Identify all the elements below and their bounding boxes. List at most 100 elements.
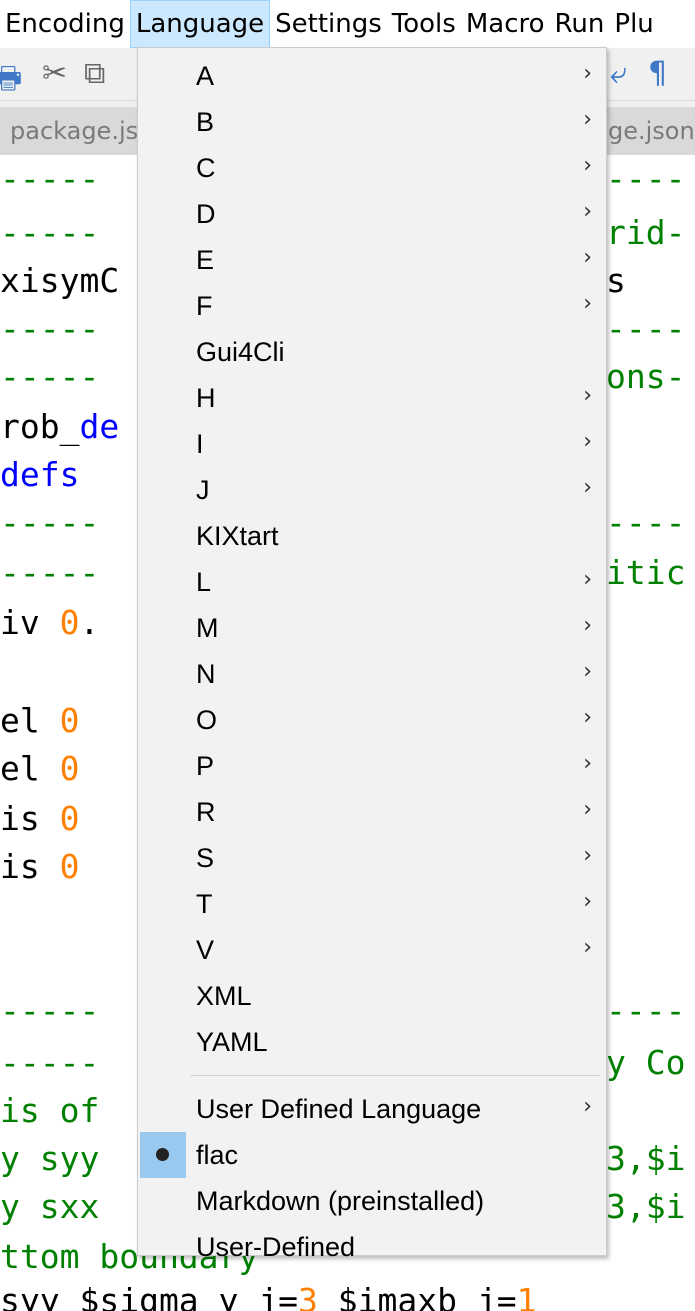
chevron-right-icon: › [583,659,592,684]
chevron-right-icon: › [583,291,592,316]
tab-label: ge.json [608,117,695,145]
code-line: syy $sigma_y j=3 $imaxb j=1 [0,1281,537,1311]
language-item-o[interactable]: O › [138,697,606,743]
menu-item-label: User-Defined [196,1232,356,1262]
tab-package-json-left[interactable]: package.js [0,107,146,155]
language-item-flac[interactable]: flac [138,1132,606,1178]
language-item-l[interactable]: L › [138,559,606,605]
tab-package-json-right[interactable]: ge.json [606,107,695,155]
language-item-kixtart[interactable]: KIXtart [138,513,606,559]
chevron-right-icon: › [583,475,592,500]
language-item-markdown-preinstalled[interactable]: Markdown (preinstalled) [138,1178,606,1224]
language-item-t[interactable]: T › [138,881,606,927]
chevron-right-icon: › [583,751,592,776]
menu-tools[interactable]: Tools [387,0,461,48]
code-line: ----- [0,213,100,252]
menu-item-label: T [196,889,213,919]
menu-item-label: J [196,475,210,505]
menu-item-label: R [196,797,216,827]
code-line-right: ---- [606,991,686,1030]
menu-item-label: YAML [196,1027,268,1057]
chevron-right-icon: › [583,567,592,592]
show-all-chars-icon[interactable]: ¶ [648,56,667,91]
print-icon[interactable]: 🖶 [0,56,22,107]
copy-icon[interactable]: ⧉ [84,56,105,91]
code-line-right: 3,$i [606,1139,686,1178]
language-item-user-defined-language[interactable]: User Defined Language › [138,1086,606,1132]
menu-item-label: L [196,567,212,597]
code-line: is 0 [0,847,80,886]
menu-plu[interactable]: Plu [609,0,658,48]
language-item-r[interactable]: R › [138,789,606,835]
chevron-right-icon: › [583,797,592,822]
menu-item-label: O [196,705,218,735]
menu-item-label: H [196,383,216,413]
code-line: ----- [0,357,100,396]
menu-item-label: Gui4Cli [196,337,285,367]
code-line: el 0 [0,749,80,788]
language-item-p[interactable]: P › [138,743,606,789]
menu-language[interactable]: Language [129,0,271,48]
chevron-right-icon: › [583,153,592,178]
chevron-right-icon: › [583,705,592,730]
code-line: ----- [0,503,100,542]
menu-item-label: P [196,751,215,781]
language-item-f[interactable]: F › [138,283,606,329]
chevron-right-icon: › [583,935,592,960]
tab-label: package.js [10,117,139,145]
language-item-c[interactable]: C › [138,145,606,191]
menu-item-label: S [196,843,215,873]
code-line-right: rid- [606,213,686,252]
menu-item-label: C [196,153,216,183]
language-item-a[interactable]: A › [138,53,606,99]
menu-item-label: F [196,291,213,321]
menu-settings[interactable]: Settings [270,0,387,48]
menu-item-label: User Defined Language [196,1094,482,1124]
code-line: rob_de [0,407,120,446]
chevron-right-icon: › [583,61,592,86]
code-line: ----- [0,309,100,348]
code-line: ----- [0,1043,100,1082]
language-item-s[interactable]: S › [138,835,606,881]
language-item-i[interactable]: I › [138,421,606,467]
menu-item-label: V [196,935,215,965]
language-item-v[interactable]: V › [138,927,606,973]
menu-encoding[interactable]: Encoding [0,0,130,48]
code-line: xisymC [0,261,120,300]
code-line: ----- [0,991,100,1030]
menu-run[interactable]: Run [550,0,610,48]
menu-item-label: I [196,429,204,459]
menu-item-label: D [196,199,216,229]
menu-item-label: E [196,245,215,275]
code-line: defs [0,455,80,494]
menu-item-label: M [196,613,219,643]
language-item-e[interactable]: E › [138,237,606,283]
language-item-d[interactable]: D › [138,191,606,237]
language-item-m[interactable]: M › [138,605,606,651]
radio-checked-icon [140,1132,186,1178]
menu-item-label: Markdown (preinstalled) [196,1186,485,1216]
language-item-user-defined[interactable]: User-Defined [138,1224,606,1270]
language-item-b[interactable]: B › [138,99,606,145]
wrap-icon[interactable]: ⤶ [610,56,627,91]
code-line: ----- [0,553,100,592]
code-line-right: ---- [606,503,686,542]
cut-icon[interactable]: ✂ [42,56,67,91]
language-item-yaml[interactable]: YAML [138,1019,606,1065]
language-item-gui4cli[interactable]: Gui4Cli [138,329,606,375]
language-item-h[interactable]: H › [138,375,606,421]
code-line: iv 0. [0,603,100,642]
menu-macro[interactable]: Macro [461,0,550,48]
code-line-right: ons- [606,357,686,396]
code-line: is 0 [0,799,80,838]
language-item-n[interactable]: N › [138,651,606,697]
chevron-right-icon: › [583,889,592,914]
menu-item-label: flac [196,1140,239,1170]
menu-separator [190,1075,600,1076]
menu-item-label: A [196,61,215,91]
language-item-j[interactable]: J › [138,467,606,513]
chevron-right-icon: › [583,613,592,638]
code-line: y sxx [0,1187,100,1226]
code-line-right: ---- [606,309,686,348]
language-item-xml[interactable]: XML [138,973,606,1019]
